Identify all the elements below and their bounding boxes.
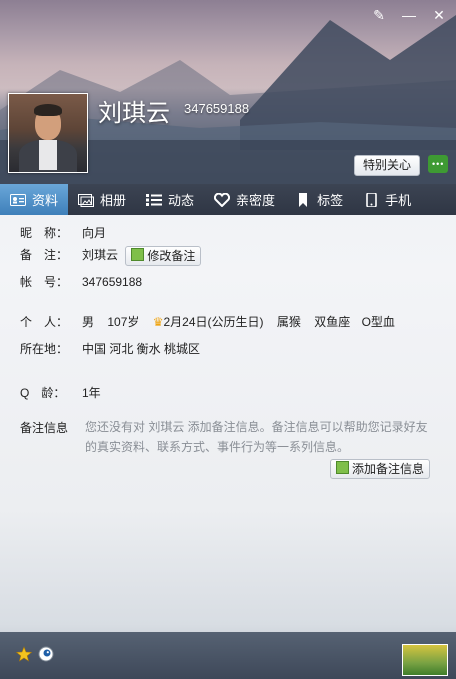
tab-intimacy[interactable]: 亲密度 [204,184,285,215]
remark-label: 备 注： [20,248,69,263]
feed-icon [146,193,163,206]
qage-row: Q 龄： 1年 [20,384,101,401]
tab-label: 动态 [168,193,195,208]
edit-remark-button[interactable]: 修改备注 [125,246,202,266]
edit-pencil-icon [131,248,145,261]
add-remark-button[interactable]: 添加备注信息 [330,459,431,479]
nickname-row: 昵 称： 向月 [20,224,106,241]
chat-icon[interactable]: ••• [428,155,448,173]
edit-pencil-icon [336,461,349,474]
tab-label: 资料 [32,193,59,208]
bottom-bar [0,632,456,679]
remark-info-text: 您还没有对 刘琪云 添加备注信息。备注信息可以帮助您记录好友的真实资料、联系方式… [85,420,428,454]
special-care-button[interactable]: 特别关心 [354,155,420,176]
crown-icon: ♛ [152,315,164,329]
star-icon[interactable] [16,646,32,662]
location-value: 中国 河北 衡水 桃城区 [82,342,201,356]
window-controls: ✎ — ✕ [370,6,448,24]
tab-label: 亲密度 [236,193,276,208]
qq-number: 347659188 [184,101,250,116]
profile-card-icon [10,193,26,206]
profile-header: ✎ — ✕ 刘琪云 347659188 特别关心 ••• [0,0,456,184]
location-row: 所在地： 中国 河北 衡水 桃城区 [20,340,200,357]
constellation: 双鱼座 [314,315,351,329]
tab-bar: 资料 相册 动态 亲密度 标签 手机 [0,184,456,215]
qage-label: Q 龄： [20,386,66,400]
tab-phone[interactable]: 手机 [353,184,421,215]
minimize-button[interactable]: — [400,6,418,24]
close-button[interactable]: ✕ [430,6,448,24]
tab-label: 手机 [385,193,412,208]
nickname-label: 昵 称： [20,226,69,240]
remark-row: 备 注： 刘琪云 修改备注 [20,246,202,266]
skin-brush-icon[interactable]: ✎ [370,6,388,24]
heart-icon [214,192,231,207]
nickname-value: 向月 [82,226,107,240]
account-label: 帐 号： [20,275,69,289]
album-icon [78,193,95,207]
tab-label: 标签 [317,193,344,208]
tab-label: 相册 [100,193,127,208]
tab-feed[interactable]: 动态 [136,184,204,215]
eye-icon[interactable] [38,646,54,662]
personal-label: 个 人： [20,315,69,329]
tab-profile[interactable]: 资料 [0,184,69,215]
tab-tags[interactable]: 标签 [285,184,353,215]
location-label: 所在地： [20,342,69,356]
birthday: 2月24日(公历生日) [163,315,264,329]
avatar[interactable] [8,93,88,173]
blood-type: O型血 [361,315,395,329]
tab-album[interactable]: 相册 [68,184,136,215]
qage-value: 1年 [82,386,101,400]
account-value: 347659188 [82,275,143,289]
remark-info-label: 备注信息 [20,421,69,435]
remark-value: 刘琪云 [82,248,119,263]
qq-show-thumbnail[interactable] [402,644,448,676]
bookmark-icon [299,192,308,207]
gender: 男 [82,315,95,329]
age: 107岁 [107,315,140,329]
phone-icon [366,192,377,207]
profile-window: ✎ — ✕ 刘琪云 347659188 特别关心 ••• 资料 相册 动态 亲密… [0,0,456,679]
personal-row: 个 人： 男 107岁 ♛2月24日(公历生日) 属猴 双鱼座 O型血 [20,313,395,330]
account-row: 帐 号： 347659188 [20,273,142,290]
zodiac: 属猴 [276,315,301,329]
profile-name: 刘琪云 [98,100,170,127]
